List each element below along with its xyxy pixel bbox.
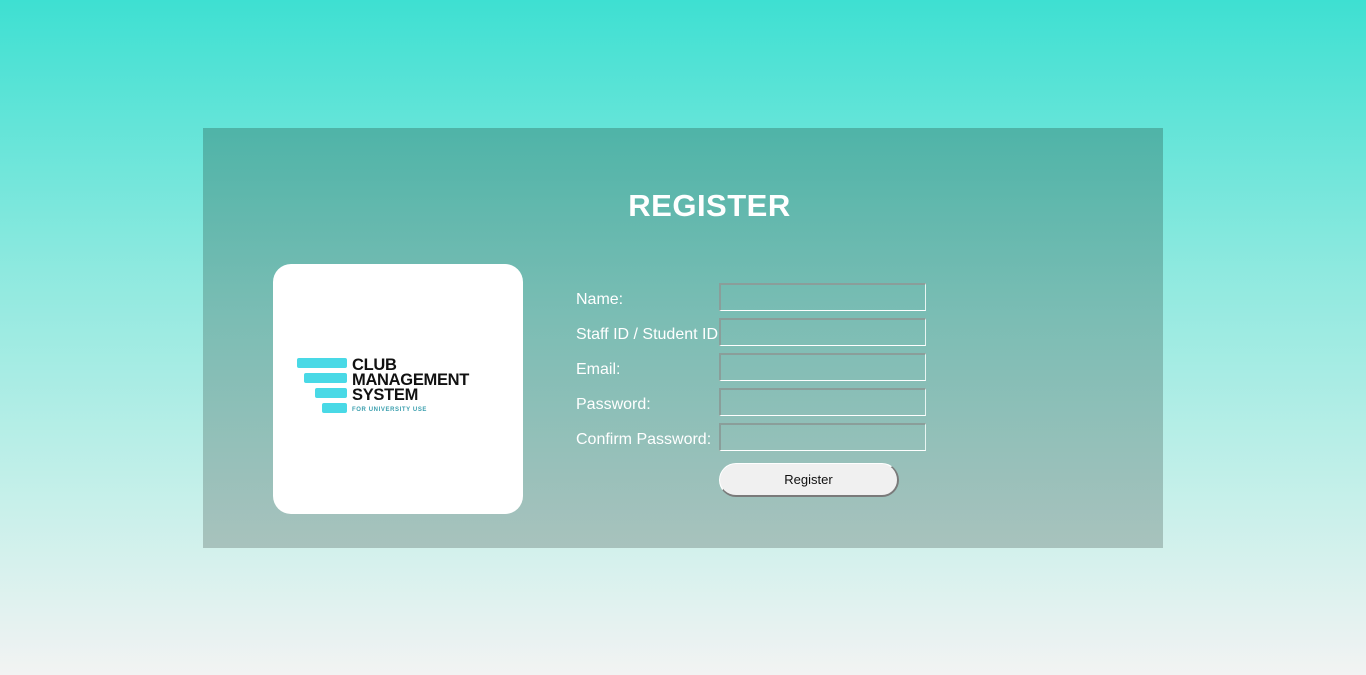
form-row-password: Password: (576, 388, 936, 420)
password-field[interactable] (719, 388, 926, 416)
email-label: Email: (576, 361, 621, 378)
email-field[interactable] (719, 353, 926, 381)
password-label: Password: (576, 396, 651, 413)
form-row-name: Name: (576, 283, 936, 315)
register-card: REGISTER CLUB MANAGEMENT SYSTEM FOR UNIV… (203, 128, 1163, 548)
page-title: REGISTER (628, 188, 791, 223)
logo-line-system: SYSTEM (352, 386, 419, 404)
name-field[interactable] (719, 283, 926, 311)
confirm-password-label: Confirm Password: (576, 431, 712, 448)
logo-wordmark: CLUB MANAGEMENT SYSTEM (352, 357, 469, 404)
logo-bars-icon (297, 358, 357, 418)
register-button[interactable]: Register (719, 463, 899, 497)
form-row-confirm-password: Confirm Password: (576, 423, 936, 455)
logo-tagline: FOR UNIVERSITY USE (352, 407, 428, 413)
form-row-id: Staff ID / Student ID: (576, 318, 936, 350)
name-label: Name: (576, 291, 624, 308)
staff-student-id-field[interactable] (719, 318, 926, 346)
logo-panel: CLUB MANAGEMENT SYSTEM FOR UNIVERSITY US… (273, 264, 523, 514)
confirm-password-field[interactable] (719, 423, 926, 451)
staff-student-id-label: Staff ID / Student ID: (576, 326, 723, 343)
form-row-email: Email: (576, 353, 936, 385)
